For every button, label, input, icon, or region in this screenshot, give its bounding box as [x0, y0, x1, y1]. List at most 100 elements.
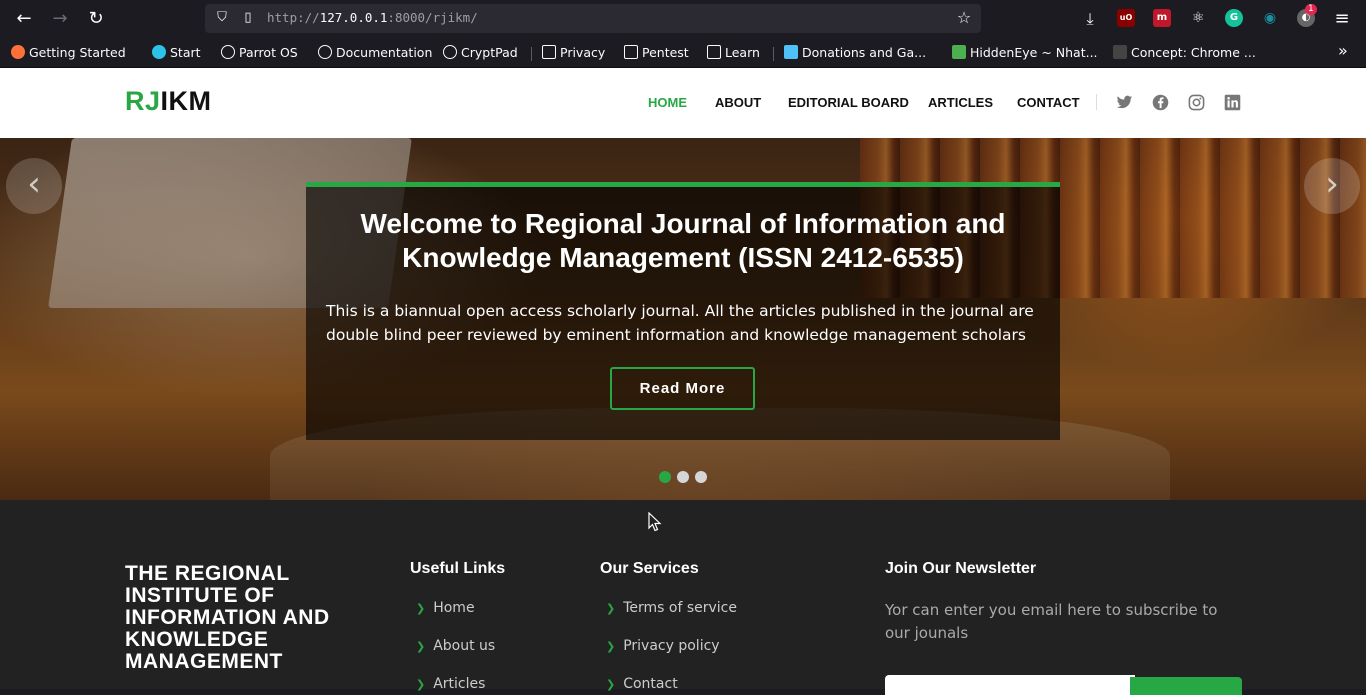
- download-icon[interactable]: ⤓: [1077, 6, 1103, 32]
- footer-link-articles[interactable]: ❯ Articles: [416, 676, 485, 692]
- logo-accent: RJ: [125, 86, 161, 116]
- hero-text: This is a biannual open access scholarly…: [326, 302, 1034, 344]
- globe-icon: [318, 45, 332, 59]
- browser-toolbar: ← → ↻ ⛉ ▯ http://127.0.0.1:8000/rjikm/ ☆…: [0, 0, 1366, 37]
- page-icon: ▯: [244, 10, 252, 25]
- services-heading: Our Services: [600, 560, 699, 577]
- bookmark-label: Start: [170, 45, 201, 60]
- footer-link-label: Home: [433, 600, 475, 616]
- nav-contact[interactable]: CONTACT: [1017, 95, 1080, 110]
- url-bar[interactable]: ⛉ ▯ http://127.0.0.1:8000/rjikm/ ☆: [205, 4, 981, 33]
- nav-home[interactable]: HOME: [648, 95, 687, 110]
- instagram-icon[interactable]: [1188, 94, 1205, 111]
- hiddeneye-icon: [952, 45, 966, 59]
- newsletter-text: Yor can enter you email here to subscrib…: [885, 601, 1218, 642]
- footer-link-label: About us: [433, 638, 496, 654]
- grammarly-icon[interactable]: G: [1225, 9, 1243, 27]
- newsletter-email-input[interactable]: [885, 675, 1135, 695]
- footer-link-label: Terms of service: [623, 600, 737, 616]
- concept-icon: [1113, 45, 1127, 59]
- bookmark-folder[interactable]: Privacy: [542, 44, 605, 62]
- bookmarks-overflow-icon[interactable]: »: [1338, 42, 1348, 60]
- globe-icon: [443, 45, 457, 59]
- bookmark-separator: [531, 47, 532, 61]
- logo-text: IKM: [160, 86, 212, 116]
- firefox-icon: [11, 45, 25, 59]
- shield-icon[interactable]: ⛉: [213, 9, 231, 27]
- bookmark-label: Getting Started: [29, 45, 126, 60]
- newsletter-subscribe-button[interactable]: [1130, 677, 1242, 695]
- bookmark-label: Documentation: [336, 45, 433, 60]
- bookmark-label: HiddenEye ~ Nhat...: [970, 45, 1098, 60]
- logo[interactable]: RJIKM: [125, 86, 212, 117]
- carousel-dot-2[interactable]: [677, 471, 689, 483]
- globe-icon: [221, 45, 235, 59]
- hero-carousel: ‹ › Welcome to Regional Journal of Infor…: [0, 138, 1366, 500]
- bookmark-folder[interactable]: Learn: [707, 44, 760, 62]
- carousel-dot-1[interactable]: [659, 471, 671, 483]
- footer-link-home[interactable]: ❯ Home: [416, 600, 475, 616]
- bookmarks-bar: Getting Started Start Parrot OS Document…: [0, 37, 1366, 68]
- chevron-right-icon: ❯: [606, 678, 616, 691]
- url-host: 127.0.0.1: [319, 10, 388, 25]
- footer-link-label: Contact: [623, 676, 678, 692]
- carousel-next-button[interactable]: ›: [1304, 158, 1360, 214]
- parrot-icon: [152, 45, 166, 59]
- bookmark-folder[interactable]: Pentest: [624, 44, 689, 62]
- bookmark-item[interactable]: CryptPad: [443, 44, 518, 62]
- chevron-right-icon: ❯: [416, 640, 426, 653]
- bookmark-item[interactable]: Documentation: [318, 44, 432, 62]
- nav-about[interactable]: ABOUT: [715, 95, 761, 110]
- back-icon[interactable]: ←: [11, 6, 37, 32]
- bookmark-label: Privacy: [560, 45, 606, 60]
- footer-link-label: Privacy policy: [623, 638, 720, 654]
- chevron-right-icon: ❯: [606, 640, 616, 653]
- bookmark-star-icon[interactable]: ☆: [955, 9, 973, 27]
- bookmark-item[interactable]: Parrot OS: [221, 44, 298, 62]
- bookmark-item[interactable]: Start: [152, 44, 201, 62]
- nav-editorial-board[interactable]: EDITORIAL BOARD: [788, 95, 909, 110]
- bookmark-label: Donations and Ga...: [802, 45, 927, 60]
- linkedin-icon[interactable]: [1224, 94, 1241, 111]
- url-text[interactable]: http://127.0.0.1:8000/rjikm/: [267, 10, 478, 25]
- bookmark-item[interactable]: Donations and Ga...: [784, 44, 926, 62]
- hero-title: Welcome to Regional Journal of Informati…: [360, 208, 1006, 273]
- nav-articles[interactable]: ARTICLES: [928, 95, 993, 110]
- folder-icon: [707, 45, 721, 59]
- site-header: RJIKM HOME ABOUT EDITORIAL BOARD ARTICLE…: [0, 68, 1366, 138]
- ublock-icon[interactable]: uO: [1117, 9, 1135, 27]
- bookmark-label: Parrot OS: [239, 45, 298, 60]
- extension-badge-count: 1: [1305, 4, 1317, 15]
- carousel-dot-3[interactable]: [695, 471, 707, 483]
- chevron-right-icon: ❯: [416, 678, 426, 691]
- bookmark-item[interactable]: Getting Started: [11, 44, 126, 62]
- facebook-icon[interactable]: [1152, 94, 1169, 111]
- twitter-icon[interactable]: [1116, 94, 1133, 111]
- bookmark-item[interactable]: Concept: Chrome ...: [1113, 44, 1256, 62]
- footer-link-privacy[interactable]: ❯ Privacy policy: [606, 638, 720, 654]
- donations-icon: [784, 45, 798, 59]
- carousel-prev-button[interactable]: ‹: [6, 158, 62, 214]
- menu-icon[interactable]: ≡: [1329, 6, 1355, 32]
- extension-red-icon[interactable]: m: [1153, 9, 1171, 27]
- folder-icon: [542, 45, 556, 59]
- bookmark-item[interactable]: HiddenEye ~ Nhat...: [952, 44, 1098, 62]
- footer-link-contact[interactable]: ❯ Contact: [606, 676, 678, 692]
- folder-icon: [624, 45, 638, 59]
- bookmark-label: Learn: [725, 45, 760, 60]
- read-more-button[interactable]: Read More: [610, 367, 755, 410]
- forward-icon[interactable]: →: [47, 6, 73, 32]
- url-suffix: :8000/rjikm/: [387, 10, 478, 25]
- extension-teal-icon[interactable]: ◉: [1261, 9, 1279, 27]
- bookmark-label: Concept: Chrome ...: [1131, 45, 1256, 60]
- footer-link-terms[interactable]: ❯ Terms of service: [606, 600, 737, 616]
- footer-link-about[interactable]: ❯ About us: [416, 638, 495, 654]
- footer-org-name: THE REGIONAL INSTITUTE OF INFORMATION AN…: [125, 562, 330, 673]
- hero-panel: Welcome to Regional Journal of Informati…: [306, 182, 1060, 440]
- react-devtools-icon[interactable]: ⚛: [1189, 9, 1207, 27]
- chevron-right-icon: ❯: [606, 602, 616, 615]
- newsletter-heading: Join Our Newsletter: [885, 560, 1037, 577]
- reload-icon[interactable]: ↻: [83, 6, 109, 32]
- bookmark-separator: [773, 47, 774, 61]
- chevron-right-icon: ❯: [416, 602, 426, 615]
